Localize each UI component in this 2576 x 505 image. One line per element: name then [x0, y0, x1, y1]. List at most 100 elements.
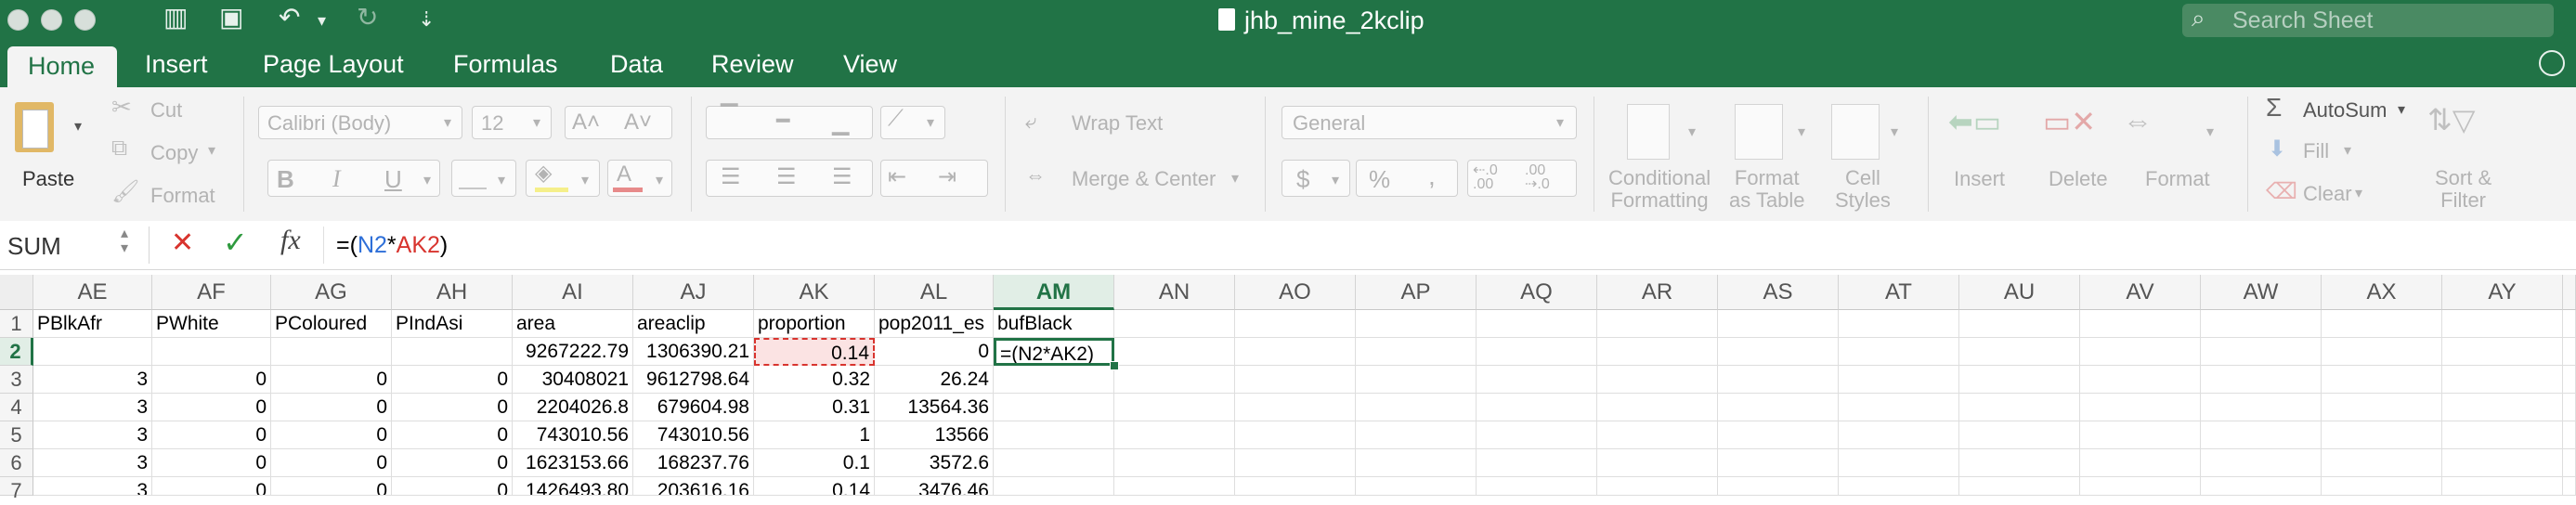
column-header[interactable]: AI	[513, 275, 633, 310]
minimize-window-button[interactable]	[41, 9, 62, 31]
table-cell[interactable]	[1839, 421, 1959, 449]
eraser-icon[interactable]: ⌫	[2266, 178, 2297, 205]
table-cell[interactable]	[1597, 310, 1718, 338]
row-header[interactable]: 4	[0, 394, 33, 421]
format-cells-button[interactable]: Format	[2145, 167, 2210, 191]
italic-button[interactable]: I	[332, 165, 341, 193]
table-cell[interactable]	[152, 338, 271, 366]
table-cell[interactable]	[1839, 310, 1959, 338]
table-cell[interactable]	[994, 421, 1114, 449]
format-painter-button[interactable]: Format	[150, 184, 215, 208]
insert-cells-button[interactable]: Insert	[1954, 167, 2005, 191]
table-cell[interactable]	[2442, 449, 2563, 477]
table-cell[interactable]: bufBlack	[994, 310, 1114, 338]
insert-function-icon[interactable]: fx	[280, 225, 301, 256]
table-cell[interactable]	[271, 338, 392, 366]
table-cell[interactable]: 0	[271, 421, 392, 449]
table-cell[interactable]	[1235, 449, 1356, 477]
table-cell[interactable]	[1959, 477, 2080, 496]
table-cell[interactable]: 0	[392, 477, 513, 496]
table-cell[interactable]: 203616.16	[633, 477, 754, 496]
underline-dropdown-icon[interactable]: ▾	[423, 171, 431, 189]
table-cell[interactable]	[2442, 421, 2563, 449]
table-cell[interactable]	[1114, 421, 1235, 449]
table-cell[interactable]: 3	[33, 394, 152, 421]
tab-formulas[interactable]: Formulas	[453, 50, 558, 79]
copy-icon[interactable]: ⧉	[111, 136, 127, 162]
align-left-icon[interactable]: ☰	[721, 163, 741, 190]
fill-button[interactable]: Fill	[2303, 139, 2329, 163]
table-cell[interactable]	[1477, 394, 1597, 421]
clear-dropdown-icon[interactable]: ▾	[2355, 184, 2362, 202]
table-cell[interactable]	[1718, 449, 1839, 477]
percent-button[interactable]: %	[1369, 165, 1390, 194]
column-header[interactable]: AV	[2080, 275, 2201, 310]
table-cell[interactable]	[1114, 477, 1235, 496]
table-cell[interactable]	[2442, 366, 2563, 394]
table-cell[interactable]	[1959, 394, 2080, 421]
table-cell[interactable]	[2322, 477, 2442, 496]
table-cell[interactable]	[1597, 477, 1718, 496]
column-header[interactable]: AS	[1718, 275, 1839, 310]
table-cell[interactable]	[1235, 394, 1356, 421]
column-header[interactable]: AU	[1959, 275, 2080, 310]
decrease-font-icon[interactable]: A˅	[624, 110, 652, 136]
table-cell[interactable]	[994, 449, 1114, 477]
table-cell[interactable]	[1718, 421, 1839, 449]
table-cell[interactable]	[1356, 338, 1477, 366]
table-cell[interactable]	[1477, 366, 1597, 394]
table-cell[interactable]: 3	[33, 477, 152, 496]
table-cell[interactable]	[2201, 310, 2322, 338]
table-cell[interactable]: 1426493.80	[513, 477, 633, 496]
bold-button[interactable]: B	[277, 165, 294, 194]
table-cell[interactable]	[1597, 394, 1718, 421]
row-header[interactable]: 2	[0, 338, 33, 366]
column-header[interactable]: AO	[1235, 275, 1356, 310]
clear-button[interactable]: Clear	[2303, 182, 2352, 206]
table-cell[interactable]	[1114, 449, 1235, 477]
table-cell[interactable]	[1114, 310, 1235, 338]
column-header[interactable]: AY	[2442, 275, 2563, 310]
borders-dropdown-icon[interactable]: ▾	[498, 171, 505, 189]
table-cell[interactable]	[2080, 421, 2201, 449]
table-cell[interactable]	[1597, 421, 1718, 449]
table-cell[interactable]	[2322, 366, 2442, 394]
table-cell[interactable]	[2201, 477, 2322, 496]
table-cell[interactable]: 0.14	[754, 477, 875, 496]
table-cell[interactable]	[1718, 310, 1839, 338]
align-middle-icon[interactable]: ━	[776, 108, 789, 135]
table-cell[interactable]	[1477, 477, 1597, 496]
table-cell[interactable]	[2201, 394, 2322, 421]
table-cell[interactable]	[33, 338, 152, 366]
row-header[interactable]: 6	[0, 449, 33, 477]
format-cells-icon[interactable]: ⇔	[2123, 104, 2153, 138]
table-cell[interactable]: 13564.36	[875, 394, 994, 421]
share-icon[interactable]	[2539, 50, 2565, 76]
table-cell[interactable]: 0	[152, 366, 271, 394]
format-cells-dropdown-icon[interactable]: ▾	[2206, 123, 2214, 141]
row-header[interactable]: 5	[0, 421, 33, 449]
table-cell[interactable]: 743010.56	[633, 421, 754, 449]
table-cell[interactable]	[1356, 394, 1477, 421]
table-cell[interactable]	[1235, 366, 1356, 394]
table-cell[interactable]	[1839, 449, 1959, 477]
table-cell[interactable]: 0	[392, 421, 513, 449]
table-cell[interactable]	[1477, 421, 1597, 449]
table-cell[interactable]	[2322, 394, 2442, 421]
decrease-indent-icon[interactable]: ⇤	[888, 163, 906, 190]
table-cell[interactable]	[2080, 394, 2201, 421]
table-cell[interactable]	[1839, 338, 1959, 366]
format-as-table-button[interactable]: Format as Table	[1729, 167, 1805, 212]
table-cell[interactable]	[2080, 449, 2201, 477]
increase-indent-icon[interactable]: ⇥	[938, 163, 956, 190]
increase-decimal-icon[interactable]: ⇠.0.00	[1473, 163, 1498, 192]
table-cell[interactable]: 0	[392, 449, 513, 477]
table-cell[interactable]: 9267222.79	[513, 338, 633, 366]
table-cell[interactable]	[1718, 477, 1839, 496]
conditional-formatting-dropdown-icon[interactable]: ▾	[1688, 123, 1696, 141]
table-cell[interactable]	[994, 394, 1114, 421]
table-cell[interactable]	[1114, 338, 1235, 366]
table-cell[interactable]: 168237.76	[633, 449, 754, 477]
table-cell[interactable]: PWhite	[152, 310, 271, 338]
column-header[interactable]: AH	[392, 275, 513, 310]
